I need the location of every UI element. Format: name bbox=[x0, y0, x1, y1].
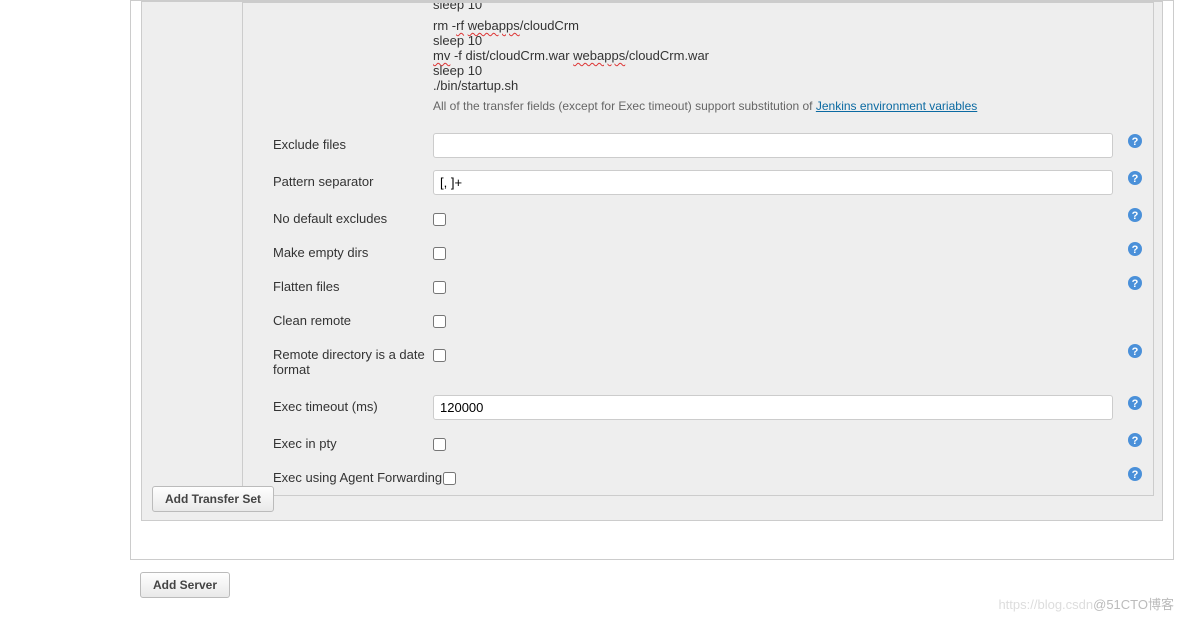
help-icon[interactable]: ? bbox=[1127, 275, 1143, 291]
add-server-button[interactable]: Add Server bbox=[140, 572, 230, 598]
exec-in-pty-checkbox[interactable] bbox=[433, 438, 446, 451]
svg-text:?: ? bbox=[1132, 346, 1139, 358]
main-panel: sleep 10 rm -rf webapps/cloudCrm sleep 1… bbox=[130, 0, 1174, 560]
flatten-files-label: Flatten files bbox=[273, 275, 433, 294]
exec-agent-forwarding-checkbox[interactable] bbox=[443, 472, 456, 485]
server-panel: sleep 10 rm -rf webapps/cloudCrm sleep 1… bbox=[141, 1, 1163, 521]
svg-text:?: ? bbox=[1132, 398, 1139, 410]
svg-text:?: ? bbox=[1132, 469, 1139, 481]
transfer-description: All of the transfer fields (except for E… bbox=[433, 99, 1143, 113]
remote-dir-date-checkbox[interactable] bbox=[433, 349, 446, 362]
help-icon[interactable]: ? bbox=[1127, 466, 1143, 482]
pattern-separator-input[interactable] bbox=[433, 170, 1113, 195]
clean-remote-checkbox[interactable] bbox=[433, 315, 446, 328]
svg-text:?: ? bbox=[1132, 278, 1139, 290]
add-transfer-set-button[interactable]: Add Transfer Set bbox=[152, 486, 274, 512]
remote-dir-date-label: Remote directory is a date format bbox=[273, 343, 433, 377]
svg-text:?: ? bbox=[1132, 244, 1139, 256]
svg-text:?: ? bbox=[1132, 210, 1139, 222]
help-icon[interactable]: ? bbox=[1127, 133, 1143, 149]
transfer-set-panel: sleep 10 rm -rf webapps/cloudCrm sleep 1… bbox=[242, 2, 1154, 496]
exec-in-pty-label: Exec in pty bbox=[273, 432, 433, 451]
help-icon[interactable]: ? bbox=[1127, 395, 1143, 411]
flatten-files-checkbox[interactable] bbox=[433, 281, 446, 294]
pattern-separator-label: Pattern separator bbox=[273, 170, 433, 189]
clean-remote-label: Clean remote bbox=[273, 309, 433, 328]
exec-timeout-label: Exec timeout (ms) bbox=[273, 395, 433, 414]
no-default-excludes-checkbox[interactable] bbox=[433, 213, 446, 226]
exclude-files-input[interactable] bbox=[433, 133, 1113, 158]
help-icon[interactable]: ? bbox=[1127, 241, 1143, 257]
exec-command-textarea[interactable]: sleep 10 rm -rf webapps/cloudCrm sleep 1… bbox=[433, 3, 1143, 93]
help-icon[interactable]: ? bbox=[1127, 432, 1143, 448]
exec-agent-forwarding-label: Exec using Agent Forwarding bbox=[273, 466, 443, 485]
exec-timeout-input[interactable] bbox=[433, 395, 1113, 420]
help-icon[interactable]: ? bbox=[1127, 207, 1143, 223]
help-icon[interactable]: ? bbox=[1127, 170, 1143, 186]
svg-text:?: ? bbox=[1132, 173, 1139, 185]
no-default-excludes-label: No default excludes bbox=[273, 207, 433, 226]
make-empty-dirs-label: Make empty dirs bbox=[273, 241, 433, 260]
exclude-files-label: Exclude files bbox=[273, 133, 433, 152]
svg-text:?: ? bbox=[1132, 136, 1139, 148]
svg-text:?: ? bbox=[1132, 435, 1139, 447]
help-icon[interactable]: ? bbox=[1127, 343, 1143, 359]
make-empty-dirs-checkbox[interactable] bbox=[433, 247, 446, 260]
env-variables-link[interactable]: Jenkins environment variables bbox=[816, 99, 977, 113]
